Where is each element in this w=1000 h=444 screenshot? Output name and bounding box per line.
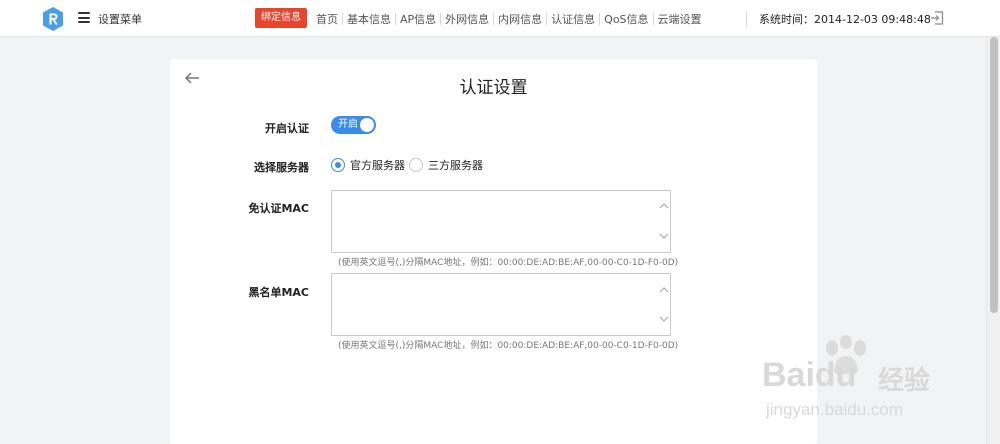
radio-official-server[interactable]: 官方服务器 [331, 157, 405, 173]
watermark-brand: Baidu [762, 356, 857, 394]
blacklist-mac-hint: (使用英文逗号(,)分隔MAC地址，例如：00:00:DE:AD:BE:AF,0… [338, 341, 679, 351]
auth-toggle-switch[interactable]: 开启 [331, 116, 376, 134]
server-select-label: 选择服务器 [254, 161, 309, 174]
settings-menu-label[interactable]: 设置菜单 [98, 11, 142, 27]
nav-item-wan-info[interactable]: 外网信息 [441, 11, 493, 27]
hamburger-menu-icon[interactable] [78, 12, 90, 23]
watermark-brand-cn: 经验 [878, 365, 931, 395]
toggle-on-text: 开启 [338, 119, 358, 130]
logout-icon[interactable] [930, 11, 944, 25]
nav-item-lan-info[interactable]: 内网信息 [494, 11, 546, 27]
auth-enable-label: 开启认证 [265, 122, 309, 135]
nav-item-auth-info[interactable]: 认证信息 [547, 11, 599, 27]
system-time: 系统时间：2014-12-03 09:48:48 [746, 11, 931, 27]
free-mac-label: 免认证MAC [248, 202, 309, 215]
auth-settings-card: 认证设置 开启认证 开启 选择服务器 官方服务器 三方服务器 免认证MAC (使… [170, 59, 817, 444]
watermark-url: jingyan.baidu.com [766, 400, 904, 419]
free-mac-hint: (使用英文逗号(,)分隔MAC地址，例如：00:00:DE:AD:BE:AF,0… [338, 258, 679, 268]
top-bar: 设置菜单 绑定信息 首页 基本信息 AP信息 外网信息 内网信息 认证信息 Qo… [0, 0, 1000, 37]
router-logo-icon[interactable] [42, 7, 64, 31]
radio-label: 三方服务器 [428, 159, 483, 172]
page-scrollbar[interactable] [986, 37, 1000, 444]
toggle-knob [360, 118, 374, 132]
scroll-up-icon[interactable] [659, 202, 669, 210]
radio-unchecked-icon [409, 158, 423, 172]
nav-item-basic-info[interactable]: 基本信息 [343, 11, 395, 27]
radio-third-party-server[interactable]: 三方服务器 [409, 157, 483, 173]
baidu-jingyan-watermark: Baidu 经验 jingyan.baidu.com [760, 330, 980, 430]
page-title: 认证设置 [459, 78, 528, 98]
top-nav: 首页 基本信息 AP信息 外网信息 内网信息 认证信息 QoS信息 云端设置 [312, 11, 706, 27]
scroll-up-icon[interactable] [659, 286, 669, 294]
scroll-down-icon[interactable] [659, 232, 669, 240]
nav-item-home[interactable]: 首页 [312, 11, 342, 27]
bind-info-button[interactable]: 绑定信息 [255, 8, 307, 28]
scrollbar-thumb[interactable] [990, 37, 998, 313]
blacklist-mac-label: 黑名单MAC [248, 286, 309, 299]
blacklist-mac-textarea[interactable] [331, 273, 671, 336]
nav-item-cloud-settings[interactable]: 云端设置 [654, 11, 706, 27]
radio-label: 官方服务器 [350, 159, 405, 172]
free-mac-textarea[interactable] [331, 190, 671, 253]
nav-item-qos-info[interactable]: QoS信息 [600, 11, 652, 27]
radio-checked-icon [331, 158, 345, 172]
nav-item-ap-info[interactable]: AP信息 [396, 11, 440, 27]
scroll-down-icon[interactable] [659, 315, 669, 323]
